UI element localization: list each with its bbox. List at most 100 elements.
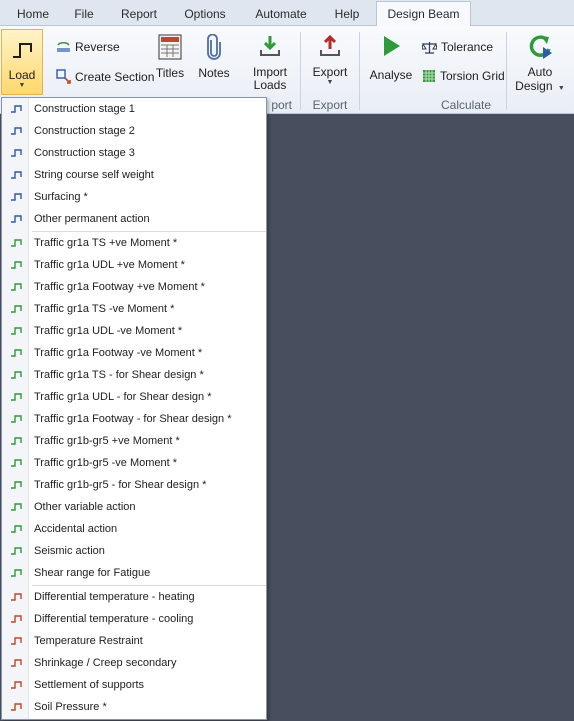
- menu-item-variable-load[interactable]: Traffic gr1b-gr5 - for Shear design *: [2, 474, 266, 496]
- menu-item-label: Traffic gr1a UDL +ve Moment *: [34, 259, 185, 271]
- menu-item-variable-load[interactable]: Traffic gr1a UDL - for Shear design *: [2, 386, 266, 408]
- menu-item-label: Traffic gr1a Footway -ve Moment *: [34, 347, 203, 359]
- menu-item-other-load[interactable]: Temperature Restraint: [2, 630, 266, 652]
- menu-item-permanent-load[interactable]: String course self weight: [2, 164, 266, 186]
- menu-item-label: Surfacing *: [34, 191, 88, 203]
- load-step-icon: [2, 436, 29, 446]
- tab-options[interactable]: Options: [172, 4, 238, 26]
- menu-item-permanent-load[interactable]: Construction stage 3: [2, 142, 266, 164]
- menu-item-label: Traffic gr1b-gr5 -ve Moment *: [34, 457, 178, 469]
- ribbon-separator: [506, 32, 507, 110]
- tolerance-button[interactable]: Tolerance: [422, 40, 493, 54]
- calculate-group-label: Calculate: [440, 98, 492, 112]
- load-step-icon: [2, 680, 29, 690]
- load-step-icon: [2, 214, 29, 224]
- load-step-icon: [2, 260, 29, 270]
- menu-item-other-load[interactable]: Settlement of supports: [2, 674, 266, 696]
- menu-item-label: Soil Pressure *: [34, 701, 107, 713]
- import-loads-button[interactable]: Import Loads: [248, 34, 292, 98]
- menu-item-permanent-load[interactable]: Other permanent action: [2, 208, 266, 230]
- menu-item-variable-load[interactable]: Traffic gr1b-gr5 -ve Moment *: [2, 452, 266, 474]
- load-button[interactable]: Load ▼: [1, 29, 43, 95]
- load-step-icon: [2, 170, 29, 180]
- menu-item-variable-load[interactable]: Traffic gr1a Footway -ve Moment *: [2, 342, 266, 364]
- menu-item-variable-load[interactable]: Traffic gr1b-gr5 +ve Moment *: [2, 430, 266, 452]
- chevron-down-icon: ▼: [557, 85, 565, 92]
- export-label: Export: [312, 65, 348, 79]
- grid-icon: [423, 70, 435, 82]
- menu-item-variable-load[interactable]: Seismic action: [2, 540, 266, 562]
- load-step-icon: [2, 304, 29, 314]
- export-button[interactable]: Export ▼: [308, 34, 352, 98]
- notes-button[interactable]: Notes: [196, 34, 232, 94]
- menu-item-label: Construction stage 3: [34, 147, 135, 159]
- menu-item-other-load[interactable]: Differential temperature - cooling: [2, 608, 266, 630]
- export-icon: [320, 34, 340, 56]
- load-step-icon: [2, 658, 29, 668]
- load-step-icon: [2, 524, 29, 534]
- tab-automate[interactable]: Automate: [242, 4, 320, 26]
- analyse-label: Analyse: [369, 68, 413, 82]
- menu-item-variable-load[interactable]: Accidental action: [2, 518, 266, 540]
- menu-item-variable-load[interactable]: Traffic gr1a UDL +ve Moment *: [2, 254, 266, 276]
- load-step-icon: [2, 546, 29, 556]
- tolerance-label: Tolerance: [441, 40, 494, 54]
- menu-item-permanent-load[interactable]: Construction stage 2: [2, 120, 266, 142]
- analyse-button[interactable]: Analyse: [368, 34, 414, 94]
- auto-design-button[interactable]: Auto Design ▼: [512, 34, 568, 98]
- load-step-icon: [13, 43, 32, 58]
- create-section-button[interactable]: Create Section: [56, 69, 154, 84]
- menu-item-variable-load[interactable]: Traffic gr1a UDL -ve Moment *: [2, 320, 266, 342]
- tab-home[interactable]: Home: [8, 4, 58, 26]
- menu-item-variable-load[interactable]: Traffic gr1a Footway +ve Moment *: [2, 276, 266, 298]
- create-section-icon: [56, 69, 71, 84]
- menu-item-label: Other permanent action: [34, 213, 150, 225]
- menu-item-permanent-load[interactable]: Construction stage 1: [2, 98, 266, 120]
- tab-help[interactable]: Help: [324, 4, 370, 26]
- load-step-icon: [2, 348, 29, 358]
- load-step-icon: [2, 392, 29, 402]
- load-step-icon: [2, 370, 29, 380]
- menu-item-other-load[interactable]: Differential temperature - heating: [2, 586, 266, 608]
- tab-report[interactable]: Report: [110, 4, 168, 26]
- ribbon-separator: [359, 32, 360, 110]
- menu-item-other-load[interactable]: Shrinkage / Creep secondary: [2, 652, 266, 674]
- reverse-button[interactable]: Reverse: [56, 40, 120, 54]
- menu-item-permanent-load[interactable]: Surfacing *: [2, 186, 266, 208]
- menu-item-variable-load[interactable]: Traffic gr1a Footway - for Shear design …: [2, 408, 266, 430]
- menu-item-label: Traffic gr1b-gr5 - for Shear design *: [34, 479, 207, 491]
- menu-item-label: Traffic gr1a TS - for Shear design *: [34, 369, 204, 381]
- torsion-grid-label: Torsion Grid: [440, 69, 505, 83]
- tab-design-beam[interactable]: Design Beam: [376, 1, 471, 27]
- menu-item-variable-load[interactable]: Shear range for Fatigue: [2, 562, 266, 584]
- menu-item-label: Seismic action: [34, 545, 105, 557]
- auto-design-label-2: Design: [515, 79, 553, 93]
- ribbon-separator: [300, 32, 301, 110]
- menu-item-variable-load[interactable]: Traffic gr1a TS - for Shear design *: [2, 364, 266, 386]
- menu-item-label: Other variable action: [34, 501, 136, 513]
- load-step-icon: [2, 192, 29, 202]
- menu-item-label: Traffic gr1a UDL - for Shear design *: [34, 391, 212, 403]
- menu-item-label: Traffic gr1a Footway - for Shear design …: [34, 413, 232, 425]
- load-step-icon: [2, 282, 29, 292]
- titles-label: Titles: [155, 66, 185, 80]
- menu-item-other-load[interactable]: Soil Pressure *: [2, 696, 266, 718]
- menu-item-label: Construction stage 1: [34, 103, 135, 115]
- load-step-icon: [2, 104, 29, 114]
- tab-file[interactable]: File: [60, 4, 108, 26]
- load-type-dropdown-menu: Construction stage 1 Construction stage 2…: [1, 97, 267, 720]
- import-icon: [260, 36, 280, 56]
- menu-item-variable-load[interactable]: Traffic gr1a TS -ve Moment *: [2, 298, 266, 320]
- load-label: Load: [8, 68, 36, 82]
- menu-item-variable-load[interactable]: Other variable action: [2, 496, 266, 518]
- chevron-down-icon: ▼: [326, 79, 334, 86]
- menu-item-variable-load[interactable]: Traffic gr1a TS +ve Moment *: [2, 232, 266, 254]
- titles-button[interactable]: Titles: [152, 34, 188, 94]
- design-canvas[interactable]: [267, 115, 574, 721]
- menu-item-label: Accidental action: [34, 523, 118, 535]
- menu-item-label: Traffic gr1a Footway +ve Moment *: [34, 281, 205, 293]
- chevron-down-icon: ▼: [18, 82, 26, 89]
- auto-design-icon: [529, 35, 552, 59]
- reverse-label: Reverse: [75, 40, 120, 54]
- torsion-grid-button[interactable]: Torsion Grid: [422, 69, 505, 83]
